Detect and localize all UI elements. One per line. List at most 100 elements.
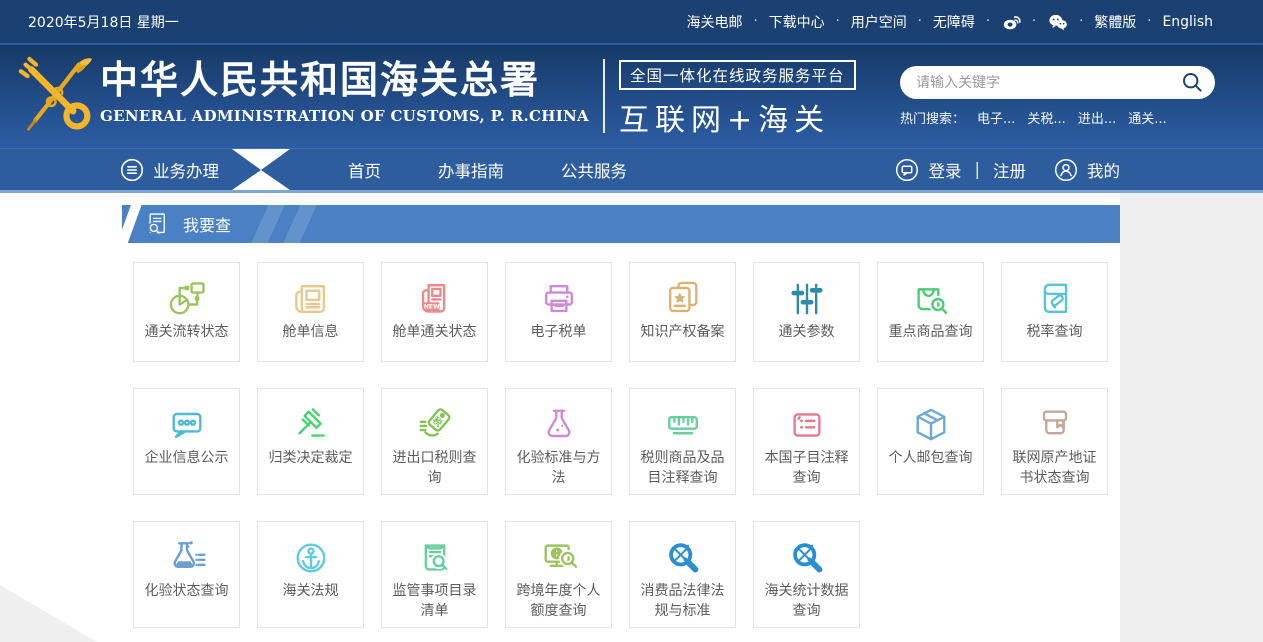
search-input[interactable]	[916, 75, 1182, 91]
hot-search-label: 热门搜索：	[900, 108, 965, 127]
service-card-label: 税率查询	[1027, 323, 1083, 343]
nav-items: 首页 办事指南 公共服务	[348, 158, 627, 182]
hot-search-item[interactable]: 电子...	[977, 108, 1015, 127]
anchor-icon	[289, 535, 333, 581]
section-banner: 我要查	[122, 205, 1120, 243]
topbar-link[interactable]: 繁體版	[1094, 12, 1136, 32]
book-pen-icon	[1033, 276, 1077, 322]
package-box-icon	[909, 402, 953, 448]
service-card-label: 通关参数	[779, 323, 835, 343]
nav-active-marker	[232, 149, 290, 190]
service-card[interactable]: 税 进出口税则查询	[381, 388, 488, 495]
list-card-icon	[785, 402, 829, 448]
service-card[interactable]: 化验状态查询	[133, 521, 240, 628]
brand-block: 中华人民共和国海关总署 GENERAL ADMINISTRATION OF CU…	[100, 45, 589, 125]
flask-list-icon	[165, 535, 209, 581]
service-card-label: 归类决定裁定	[269, 449, 353, 469]
hand-tax-icon: 税	[413, 402, 457, 448]
separator-dot: ·	[1147, 14, 1151, 29]
service-card[interactable]: 归类决定裁定	[257, 388, 364, 495]
separator-dot: ·	[836, 14, 840, 29]
nav-item[interactable]: 公共服务	[561, 158, 627, 182]
hamburger-menu-icon	[120, 158, 144, 182]
search-icon[interactable]	[1182, 72, 1203, 93]
service-card-label: 本国子目注释查询	[761, 449, 852, 488]
separator-dot: ·	[986, 14, 990, 29]
service-card-label: 电子税单	[531, 323, 587, 343]
hot-search: 热门搜索： 电子... 关税... 进出... 通关...	[900, 108, 1215, 127]
document-search-icon	[144, 211, 171, 238]
service-card-label: 税则商品及品目注释查询	[637, 449, 728, 488]
topbar-menu: 海关电邮·下载中心·用户空间·无障碍· · ·繁體版·English	[686, 11, 1213, 32]
service-card-label: 重点商品查询	[889, 323, 973, 343]
service-card[interactable]: 知识产权备案	[629, 262, 736, 362]
service-card[interactable]: 个人邮包查询	[877, 388, 984, 495]
service-card[interactable]: 海关统计数据查询	[753, 521, 860, 628]
nav-left: 业务办理 首页 办事指南 公共服务	[120, 149, 627, 190]
banner-stripe	[248, 205, 286, 243]
navbar: 业务办理 首页 办事指南 公共服务 登录 | 注册	[0, 148, 1263, 190]
sliders-icon	[785, 276, 829, 322]
date-text: 2020年5月18日 星期一	[28, 12, 179, 32]
service-card[interactable]: 联网原产地证书状态查询	[1001, 388, 1108, 495]
topbar-link[interactable]: English	[1162, 14, 1213, 30]
globe-network-icon	[165, 276, 209, 322]
service-card[interactable]: 通关参数	[753, 262, 860, 362]
login-link[interactable]: 登录	[928, 158, 961, 182]
separator-dot: ·	[753, 14, 757, 29]
service-card[interactable]: 通关流转状态	[133, 262, 240, 362]
site-title-cn: 中华人民共和国海关总署	[100, 59, 589, 103]
service-card-label: 舱单通关状态	[393, 323, 477, 343]
service-card[interactable]: 消费品法律法规与标准	[629, 521, 736, 628]
document-new-icon: NEW	[413, 276, 457, 322]
service-card[interactable]: 电子税单	[505, 262, 612, 362]
nav-item[interactable]: 办事指南	[438, 158, 504, 182]
service-card[interactable]: 监管事项目录清单	[381, 521, 488, 628]
hot-search-item[interactable]: 通关...	[1128, 108, 1166, 127]
service-card[interactable]: 本国子目注释查询	[753, 388, 860, 495]
topbar-link[interactable]: 海关电邮	[686, 12, 742, 32]
service-card-label: 海关统计数据查询	[761, 582, 852, 621]
service-card[interactable]: 舱单信息	[257, 262, 364, 362]
header: 中华人民共和国海关总署 GENERAL ADMINISTRATION OF CU…	[0, 45, 1263, 148]
user-icon	[1054, 158, 1078, 182]
topbar-link[interactable]: 无障碍	[933, 12, 975, 32]
hot-search-items: 电子... 关税... 进出... 通关...	[977, 108, 1167, 127]
nav-item[interactable]: 首页	[348, 158, 381, 182]
weibo-icon[interactable]	[1001, 12, 1021, 32]
register-link[interactable]: 注册	[993, 158, 1026, 182]
business-menu-button[interactable]: 业务办理	[120, 158, 219, 182]
business-menu-label: 业务办理	[153, 158, 219, 182]
my-account-group[interactable]: 我的	[1054, 158, 1120, 182]
hot-search-item[interactable]: 进出...	[1078, 108, 1116, 127]
search-box	[900, 66, 1215, 99]
section-title: 我要查	[183, 212, 231, 236]
topbar-link[interactable]: 下载中心	[769, 12, 825, 32]
service-card-grid: 通关流转状态 舱单信息 NEW舱单通关状态 电子税单 知识产权备案 通关参数 重…	[133, 262, 1108, 628]
service-card[interactable]: 税则商品及品目注释查询	[629, 388, 736, 495]
banner-stripe	[280, 205, 318, 243]
speech-bubble-icon	[895, 158, 919, 182]
service-card[interactable]: 海关法规	[257, 521, 364, 628]
service-card[interactable]: 重点商品查询	[877, 262, 984, 362]
service-card[interactable]: 跨境年度个人额度查询	[505, 521, 612, 628]
service-card[interactable]: NEW舱单通关状态	[381, 262, 488, 362]
hot-search-item[interactable]: 关税...	[1027, 108, 1065, 127]
service-card[interactable]: 化验标准与方法	[505, 388, 612, 495]
wechat-icon[interactable]	[1047, 11, 1068, 32]
service-card[interactable]: 税率查询	[1001, 262, 1108, 362]
topbar-link[interactable]: 用户空间	[851, 12, 907, 32]
printer-icon	[537, 276, 581, 322]
service-card-label: 联网原产地证书状态查询	[1009, 449, 1100, 488]
service-card[interactable]: 企业信息公示	[133, 388, 240, 495]
topbar: 2020年5月18日 星期一 海关电邮·下载中心·用户空间·无障碍· · ·繁體…	[0, 0, 1263, 45]
login-register-group: 登录 | 注册	[895, 158, 1026, 182]
platform-name: 互联网+海关	[619, 95, 856, 139]
site-title-en: GENERAL ADMINISTRATION OF CUSTOMS, P. R.…	[100, 107, 589, 125]
customs-search-icon	[661, 535, 705, 581]
bag-search-icon	[909, 276, 953, 322]
service-card-label: 知识产权备案	[641, 323, 725, 343]
monitor-search-icon	[537, 535, 581, 581]
platform-badge: 全国一体化在线政务服务平台	[619, 60, 856, 90]
nav-right: 登录 | 注册 我的	[895, 149, 1120, 190]
